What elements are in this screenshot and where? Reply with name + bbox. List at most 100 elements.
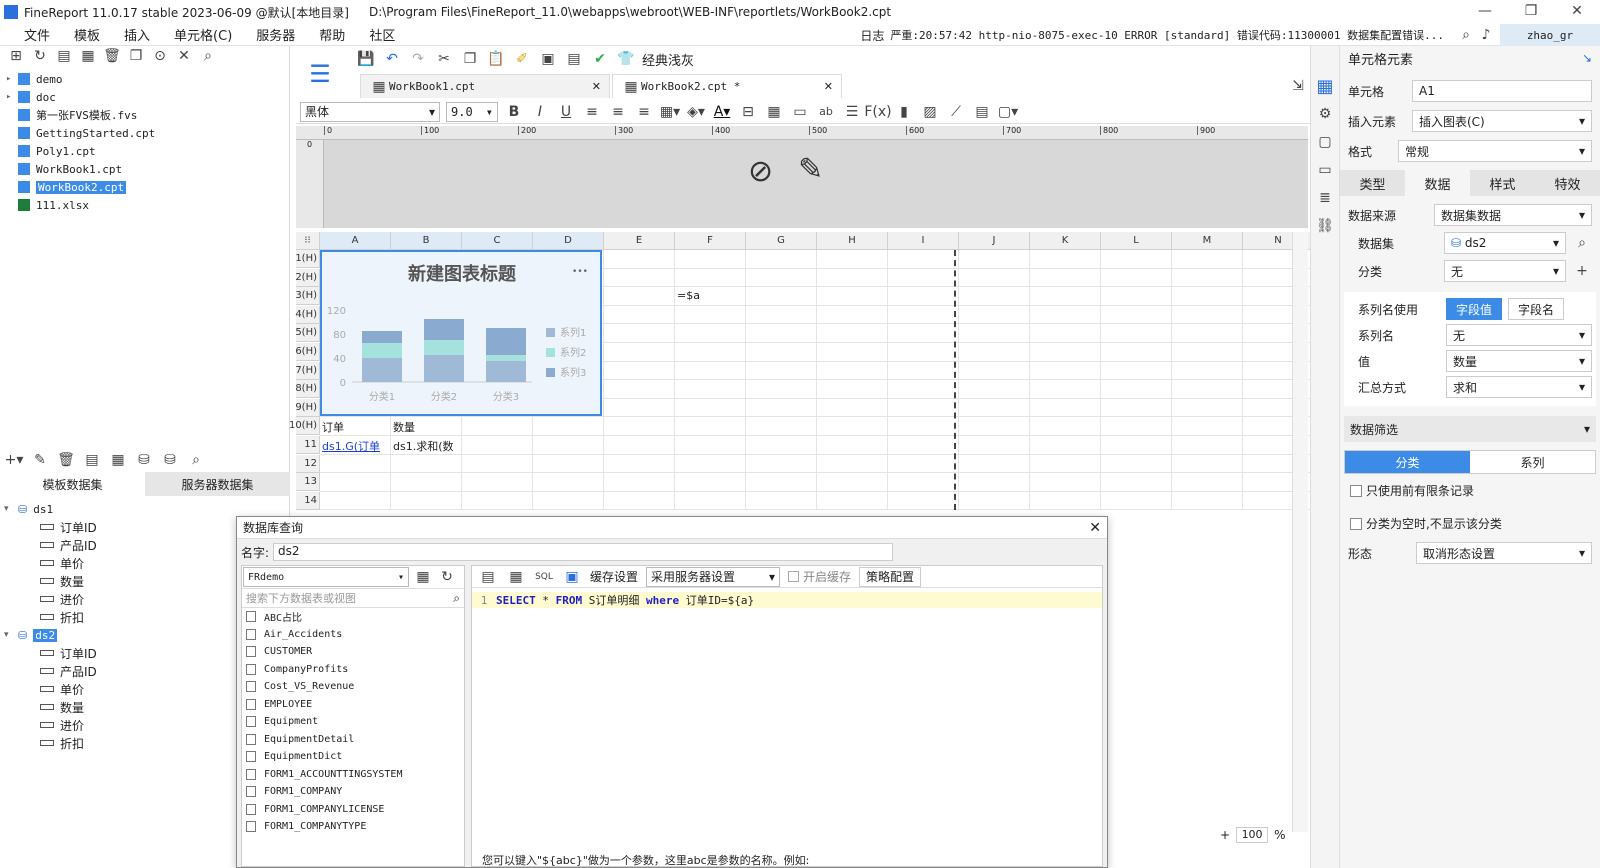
cell[interactable] — [604, 287, 675, 306]
dataset-select[interactable]: ⛁ ds2 ▾ — [1444, 232, 1566, 254]
table-item[interactable]: CUSTOMER — [242, 643, 464, 661]
cell[interactable] — [746, 305, 817, 325]
tab-template-dataset[interactable]: 模板数据集 — [0, 472, 145, 496]
font-size-select[interactable]: 9.0 ▾ — [446, 101, 498, 122]
cell[interactable] — [1030, 324, 1101, 343]
tab-type[interactable]: 类型 — [1340, 170, 1405, 196]
tab-style[interactable]: 样式 — [1470, 170, 1535, 196]
cell[interactable] — [675, 305, 746, 325]
row-header[interactable]: 7(H) — [295, 361, 320, 380]
column-header[interactable]: D — [533, 232, 604, 250]
cell[interactable] — [604, 361, 675, 381]
cell[interactable] — [888, 436, 959, 455]
cell[interactable] — [675, 436, 746, 455]
file-item[interactable]: Poly1.cpt — [6, 142, 289, 160]
expand-icon[interactable]: ▸ — [6, 92, 18, 102]
cell[interactable] — [959, 343, 1030, 362]
cell-value[interactable]: 订单 — [322, 419, 344, 435]
cell[interactable] — [1172, 305, 1243, 325]
cell[interactable] — [1030, 268, 1101, 288]
column-header[interactable]: I — [888, 232, 959, 250]
filter-tab-category[interactable]: 分类 — [1345, 451, 1470, 473]
bold-icon[interactable]: B — [504, 102, 524, 122]
cell[interactable] — [533, 491, 604, 511]
merge-icon[interactable]: ⊟ — [738, 102, 758, 122]
copy-cell-icon[interactable]: ❐ — [460, 49, 480, 69]
enable-cache-checkbox[interactable] — [788, 571, 800, 582]
column-header[interactable]: L — [1101, 232, 1172, 250]
insert-select[interactable]: 插入图表(C) ▾ — [1412, 110, 1592, 132]
column-header[interactable]: F — [675, 232, 746, 250]
delete-icon[interactable]: 🗑 — [102, 46, 122, 66]
file-item[interactable]: WorkBook2.cpt — [6, 178, 289, 196]
tab-effect[interactable]: 特效 — [1535, 170, 1600, 196]
cell[interactable] — [888, 473, 959, 492]
cell[interactable] — [1101, 417, 1172, 436]
cell[interactable] — [817, 287, 888, 306]
table-item[interactable]: FORM1_ACCOUNTTINGSYSTEM — [242, 766, 464, 784]
check-icon[interactable]: ✔ — [590, 49, 610, 69]
cell[interactable] — [1172, 361, 1243, 381]
cell[interactable] — [746, 417, 817, 436]
cell[interactable] — [1172, 491, 1243, 511]
search-icon[interactable]: ⌕ — [453, 591, 460, 606]
close-tab-icon[interactable]: ✕ — [592, 80, 601, 93]
format-painter-icon[interactable]: ✐ — [512, 49, 532, 69]
table-item[interactable]: EquipmentDetail — [242, 731, 464, 749]
cell[interactable] — [817, 380, 888, 399]
cell[interactable] — [746, 398, 817, 418]
cell[interactable] — [746, 361, 817, 381]
cell[interactable] — [959, 305, 1030, 325]
cell[interactable] — [1172, 324, 1243, 343]
row-header[interactable]: 9(H) — [295, 398, 320, 417]
open-icon[interactable]: ▤ — [54, 46, 74, 66]
status-message[interactable]: 严重:20:57:42 http-nio-8075-exec-10 ERROR … — [890, 27, 1444, 43]
cell[interactable] — [1101, 324, 1172, 343]
cell-element-icon[interactable]: ▦ — [1315, 76, 1335, 97]
cell[interactable] — [1172, 287, 1243, 306]
cell[interactable] — [888, 343, 959, 362]
chart-cell[interactable]: 新建图表标题 ••• 0 40 80 120 分类1 分类2 分类3 系列1 系列2 系列3 — [320, 250, 602, 416]
cell[interactable] — [959, 361, 1030, 381]
cell[interactable] — [604, 305, 675, 325]
file-item[interactable]: 第一张FVS模板.fvs — [6, 106, 289, 124]
cell[interactable] — [817, 398, 888, 418]
row-header[interactable]: 11 — [296, 436, 320, 454]
file-item[interactable]: ▸ demo — [6, 70, 289, 88]
cell[interactable] — [1172, 473, 1243, 492]
cell[interactable] — [746, 380, 817, 399]
row-header[interactable]: 13 — [296, 473, 320, 492]
cell[interactable] — [604, 268, 675, 288]
cell[interactable] — [817, 268, 888, 288]
column-header[interactable]: G — [746, 232, 817, 250]
cell[interactable] — [888, 287, 959, 306]
sql-icon[interactable]: SQL — [534, 567, 554, 587]
table-item[interactable]: EquipmentDict — [242, 748, 464, 766]
menu-item[interactable]: 服务器 — [244, 24, 307, 46]
cell[interactable] — [320, 454, 391, 474]
cell[interactable] — [959, 436, 1030, 455]
column-header[interactable]: J — [959, 232, 1030, 250]
font-select[interactable]: 黑体 ▾ — [300, 101, 440, 122]
cell[interactable] — [959, 491, 1030, 511]
cell-value[interactable]: =$a — [677, 289, 700, 302]
cell[interactable] — [1030, 454, 1101, 474]
cell-input[interactable]: A1 — [1412, 80, 1592, 102]
preview-report-icon[interactable]: ▣ — [538, 49, 558, 69]
cell[interactable] — [462, 417, 533, 436]
theme-label[interactable]: 经典浅灰 — [642, 50, 694, 69]
copy-dataset-icon[interactable]: ▦ — [108, 450, 128, 470]
column-header[interactable]: A — [320, 232, 391, 250]
row-header[interactable]: 12 — [296, 454, 320, 473]
copy-icon[interactable]: ❐ — [126, 46, 146, 66]
maximize-icon[interactable]: ❐ — [1508, 0, 1554, 22]
close-tab-icon[interactable]: ✕ — [824, 80, 833, 93]
cell[interactable] — [746, 287, 817, 306]
row-header[interactable]: 8(H) — [295, 380, 320, 399]
undo-icon[interactable]: ↶ — [382, 49, 402, 69]
cell[interactable] — [817, 361, 888, 381]
cell[interactable] — [817, 305, 888, 325]
bar-系列1-分类2[interactable] — [424, 355, 464, 382]
cell[interactable] — [675, 473, 746, 492]
cell[interactable] — [1101, 287, 1172, 306]
